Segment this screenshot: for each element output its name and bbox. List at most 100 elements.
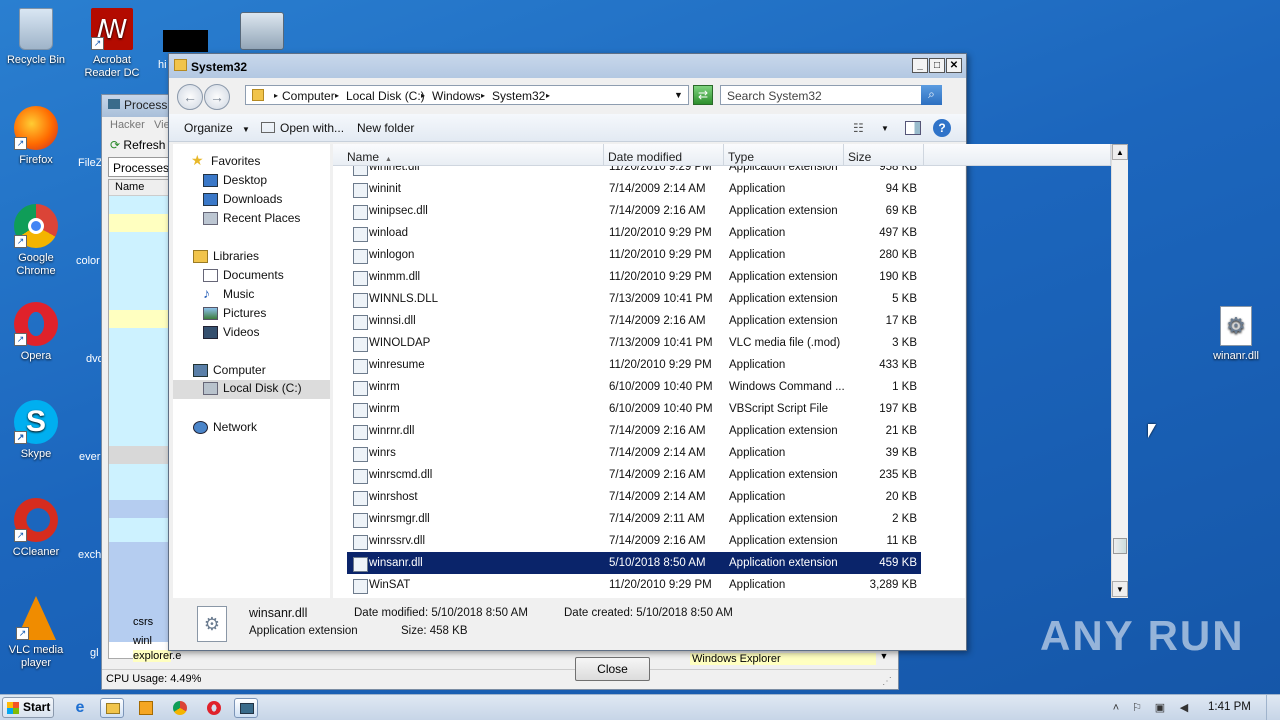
process-row[interactable] [109, 196, 171, 214]
desktop-icon-opera[interactable]: ↗ Opera [0, 302, 72, 363]
show-hidden-icons-icon[interactable]: ˄ [1109, 701, 1123, 715]
resize-grip-icon[interactable]: ⋰ [882, 676, 894, 688]
file-row[interactable]: winrm 6/10/2009 10:40 PM VBScript Script F… [347, 398, 921, 420]
file-row[interactable]: WINOLDAP 7/13/2009 10:41 PM VLC media file… [347, 332, 921, 354]
desktop-icon-chrome[interactable]: ↗ Google Chrome [0, 204, 72, 278]
back-button[interactable]: ← [177, 84, 203, 110]
desktop-icon-vlc[interactable]: ↗ VLC media player [0, 596, 72, 670]
file-row[interactable]: winlogon 11/20/2010 9:29 PM Application 280… [347, 244, 921, 266]
nav-pictures[interactable]: Pictures [203, 305, 266, 322]
chevron-right-icon[interactable]: ▸ [481, 91, 485, 100]
desktop-icon-recycle-bin[interactable]: Recycle Bin [0, 8, 72, 67]
file-row[interactable]: WinSAT 11/20/2010 9:29 PM Application 3,289… [347, 574, 921, 596]
file-row[interactable]: winrs 7/14/2009 2:14 AM Application 39 KB [347, 442, 921, 464]
volume-icon[interactable]: ◀ [1177, 701, 1191, 715]
chevron-down-icon[interactable]: ▼ [876, 651, 892, 665]
process-row[interactable] [109, 446, 171, 464]
process-hacker-taskbar-icon[interactable] [234, 698, 258, 718]
maximize-button[interactable]: □ [929, 58, 945, 73]
nav-favorites[interactable]: ★ Favorites [191, 152, 260, 170]
file-row[interactable]: winnsi.dll 7/14/2009 2:16 AM Application e… [347, 310, 921, 332]
file-row[interactable]: winipsec.dll 7/14/2009 2:16 AM Application… [347, 200, 921, 222]
column-header-date[interactable]: Date modified [604, 144, 724, 166]
show-desktop-button[interactable] [1266, 695, 1280, 720]
file-row[interactable]: winrssrv.dll 7/14/2009 2:16 AM Application… [347, 530, 921, 552]
file-row[interactable]: winsanr.dll 5/10/2018 8:50 AM Application … [347, 552, 921, 574]
file-row[interactable]: WINNLS.DLL 7/13/2009 10:41 PM Application … [347, 288, 921, 310]
process-row[interactable] [109, 500, 171, 518]
nav-local-disk[interactable]: Local Disk (C:) [173, 380, 330, 399]
preview-pane-icon[interactable] [905, 121, 921, 135]
file-row[interactable]: winresume 11/20/2010 9:29 PM Application 43… [347, 354, 921, 376]
chevron-right-icon[interactable]: ▸ [335, 91, 339, 100]
file-row[interactable]: winrnr.dll 7/14/2009 2:16 AM Application e… [347, 420, 921, 442]
new-folder-button[interactable]: New folder [357, 121, 414, 135]
file-row[interactable]: wininit 7/14/2009 2:14 AM Application 94 KB [347, 178, 921, 200]
media-player-icon[interactable] [134, 698, 158, 718]
desktop-icon-ccleaner[interactable]: ↗ CCleaner [0, 498, 72, 559]
desktop-icon-acrobat[interactable]: ꟿ ↗ Acrobat Reader DC [76, 8, 148, 80]
process-row[interactable] [109, 310, 171, 328]
organize-button[interactable]: Organize ▼ [184, 121, 250, 135]
file-row[interactable]: winrshost 7/14/2009 2:14 AM Application 20 … [347, 486, 921, 508]
minimize-button[interactable]: _ [912, 58, 928, 73]
breadcrumb-windows[interactable]: Windows [432, 89, 481, 103]
file-row[interactable]: winrm 6/10/2009 10:40 PM Windows Command .… [347, 376, 921, 398]
process-tree[interactable]: Name csrs winl explorer.e [108, 179, 181, 662]
column-header-type[interactable]: Type [724, 144, 844, 166]
desktop-icon-skype[interactable]: S ↗ Skype [0, 400, 72, 461]
process-row[interactable] [109, 232, 171, 352]
nav-libraries[interactable]: Libraries [193, 248, 259, 265]
close-button[interactable]: ✕ [946, 58, 962, 73]
breadcrumb-system32[interactable]: System32 [492, 89, 545, 103]
nav-recent-places[interactable]: Recent Places [203, 210, 300, 227]
chevron-down-icon[interactable]: ▼ [881, 124, 889, 133]
forward-button[interactable]: → [204, 84, 230, 110]
column-name[interactable]: Name [109, 180, 171, 196]
desktop-icon-firefox[interactable]: ↗ Firefox [0, 106, 72, 167]
refresh-button[interactable]: ⟳ Refresh [110, 138, 165, 152]
scroll-up-arrow[interactable]: ▲ [1112, 144, 1128, 160]
menu-hacker[interactable]: Hacker [110, 119, 145, 131]
search-icon[interactable]: ⌕ [921, 85, 942, 105]
scroll-thumb[interactable] [1113, 538, 1127, 554]
open-with-button[interactable]: Open with... [261, 121, 344, 135]
help-icon[interactable]: ? [933, 119, 951, 137]
breadcrumb-local-disk[interactable]: Local Disk (C:) [346, 89, 425, 103]
vertical-scrollbar[interactable]: ▲ ▼ [1111, 144, 1128, 598]
chevron-right-icon[interactable]: ▸ [421, 91, 425, 100]
chrome-taskbar-icon[interactable] [168, 698, 192, 718]
process-row[interactable] [109, 214, 171, 232]
nav-videos[interactable]: Videos [203, 324, 259, 341]
flag-icon[interactable]: ⚐ [1130, 701, 1144, 715]
clock[interactable]: 1:41 PM [1208, 701, 1251, 713]
nav-documents[interactable]: Documents [203, 267, 284, 284]
opera-taskbar-icon[interactable] [202, 698, 226, 718]
search-input[interactable]: Search System32 ⌕ [720, 85, 942, 105]
nav-downloads[interactable]: Downloads [203, 191, 282, 208]
scroll-down-arrow[interactable]: ▼ [1112, 581, 1128, 597]
ie-icon[interactable]: e [68, 698, 92, 718]
close-dialog-button[interactable]: Close [575, 657, 650, 681]
explorer-taskbar-icon[interactable] [100, 698, 124, 718]
nav-desktop[interactable]: Desktop [203, 172, 267, 189]
tab-processes[interactable]: Processes [108, 157, 170, 177]
explorer-titlebar[interactable]: System32 _ □ ✕ [169, 54, 966, 78]
nav-network[interactable]: Network [193, 419, 257, 436]
chevron-down-icon[interactable]: ▼ [674, 90, 683, 100]
network-tray-icon[interactable]: ▣ [1153, 701, 1167, 715]
file-row[interactable]: winrscmd.dll 7/14/2009 2:16 AM Application… [347, 464, 921, 486]
file-list[interactable]: Name ▲ Date modified Type Size wininet.dl… [333, 144, 1128, 598]
file-row[interactable]: winmm.dll 11/20/2010 9:29 PM Application e… [347, 266, 921, 288]
file-row[interactable]: winrsmgr.dll 7/14/2009 2:11 AM Application… [347, 508, 921, 530]
windows-explorer-row[interactable]: Windows Explorer [690, 653, 876, 665]
address-bar[interactable]: Computer ▸ ▸ Local Disk (C:) ▸ Windows ▸… [245, 85, 689, 105]
desktop-icon-winanr-dll[interactable]: ⚙ winanr.dll [1200, 306, 1272, 363]
explorer-window[interactable]: System32 _ □ ✕ ← → Computer ▸ ▸ Local Di… [168, 53, 1128, 651]
breadcrumb-computer[interactable]: Computer [282, 89, 335, 103]
chevron-right-icon[interactable]: ▸ [546, 91, 550, 100]
nav-music[interactable]: ♪ Music [203, 285, 254, 303]
column-header-name[interactable]: Name ▲ [333, 144, 604, 166]
chevron-right-icon[interactable]: ▸ [274, 91, 278, 100]
file-row[interactable]: winload 11/20/2010 9:29 PM Application 497 … [347, 222, 921, 244]
